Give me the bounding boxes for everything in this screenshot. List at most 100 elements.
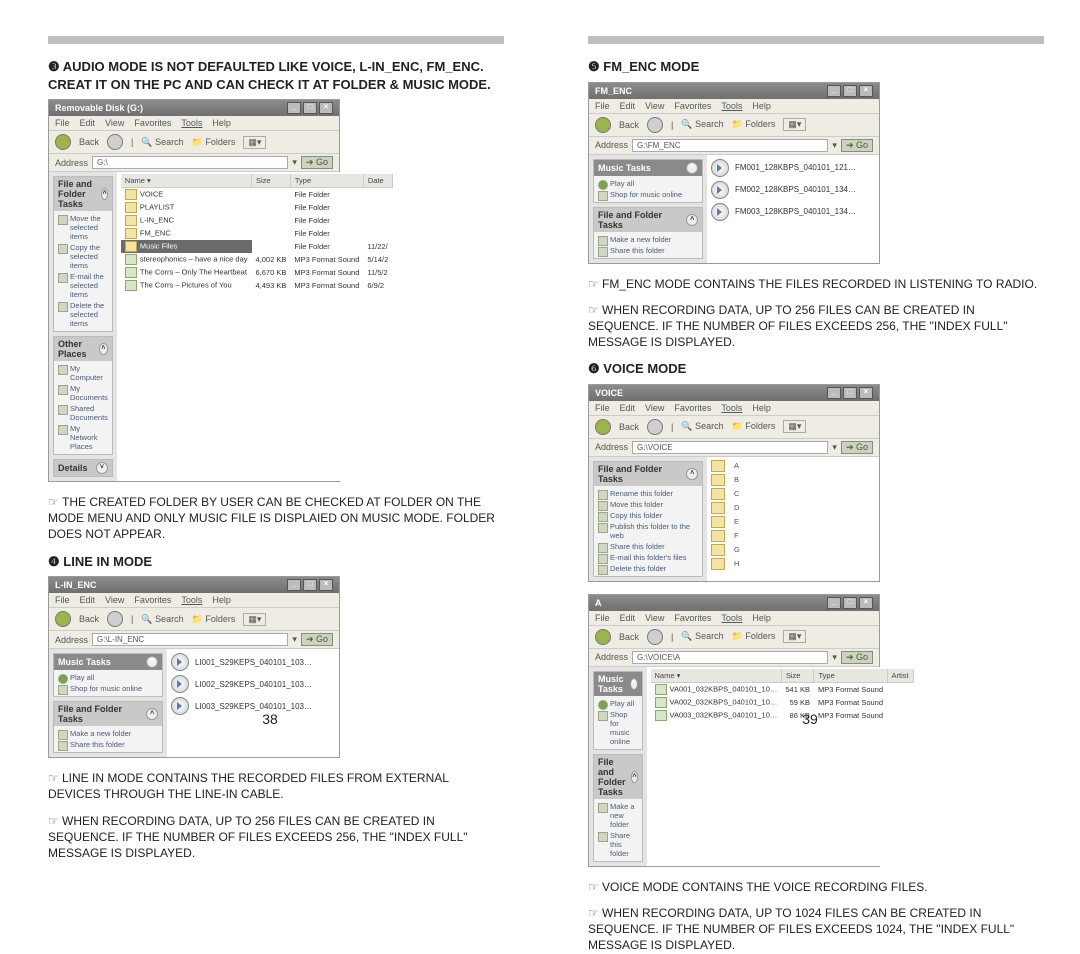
task-item[interactable]: Move the selected items [58,213,108,242]
chevron-up-icon[interactable]: ˄ [686,468,698,480]
menu-edit[interactable]: Edit [620,101,636,111]
table-row[interactable]: VOICEFile Folder [121,188,392,202]
close-icon[interactable]: × [859,597,873,609]
menu-file[interactable]: File [595,101,610,111]
window-buttons[interactable]: _ □ × [827,85,873,97]
table-row[interactable]: stereophonics – have a nice day4,002 KBM… [121,253,392,266]
menu-view[interactable]: View [645,403,664,413]
window-buttons[interactable]: _ □ × [827,597,873,609]
menu-edit[interactable]: Edit [80,595,96,605]
back-icon[interactable] [595,629,611,645]
menu-edit[interactable]: Edit [620,403,636,413]
maximize-icon[interactable]: □ [843,597,857,609]
toolbar[interactable]: Back | 🔍 Search 📁 Folders ▦▾ [589,114,879,137]
col-type[interactable]: Type [814,669,887,683]
back-label[interactable]: Back [619,120,639,130]
col-artist[interactable]: Artist [887,669,913,683]
back-icon[interactable] [595,419,611,435]
maximize-icon[interactable]: □ [303,102,317,114]
menu-bar[interactable]: File Edit View Favorites Tools Help [589,99,879,114]
task-item[interactable]: Share this folder [598,245,698,256]
menu-tools[interactable]: Tools [721,101,742,111]
menu-tools[interactable]: Tools [181,595,202,605]
col-name[interactable]: Name ▾ [121,174,252,188]
minimize-icon[interactable]: _ [827,597,841,609]
search-button[interactable]: 🔍 Search [681,631,723,642]
menu-favorites[interactable]: Favorites [674,403,711,413]
menu-bar[interactable]: File Edit View Favorites Tools Help [49,116,339,131]
list-item[interactable]: LI002_S29KEPS_040101_103… [171,673,335,695]
forward-icon[interactable] [647,419,663,435]
address-input[interactable]: G:\FM_ENC [632,139,828,152]
task-item[interactable]: Share this folder [598,830,638,859]
address-bar[interactable]: Address G:\FM_ENC ▾ ➔ Go [589,137,879,155]
place-item[interactable]: My Documents [58,383,108,403]
list-item[interactable]: B [711,473,875,487]
menu-view[interactable]: View [105,595,124,605]
table-row[interactable]: The Corrs – Only The Heartbeat6,670 KBMP… [121,266,392,279]
close-icon[interactable]: × [859,85,873,97]
menu-favorites[interactable]: Favorites [674,613,711,623]
close-icon[interactable]: × [319,102,333,114]
task-item[interactable]: Play all [598,178,698,189]
address-input[interactable]: G:\ [92,156,288,169]
task-item[interactable]: Rename this folder [598,488,698,499]
forward-icon[interactable] [647,117,663,133]
list-item[interactable]: FM002_128KBPS_040101_134… [711,179,875,201]
back-label[interactable]: Back [79,614,99,624]
chevron-up-icon[interactable]: ˄ [630,678,638,690]
address-dropdown-icon[interactable]: ▾ [292,634,297,645]
col-size[interactable]: Size [781,669,814,683]
toolbar[interactable]: Back | 🔍 Search 📁 Folders ▦▾ [49,131,339,154]
task-item[interactable]: Publish this folder to the web [598,521,698,541]
folders-button[interactable]: 📁 Folders [192,137,236,148]
views-button[interactable]: ▦▾ [243,136,266,149]
file-list[interactable]: FM001_128KBPS_040101_121…FM002_128KBPS_0… [707,155,879,263]
window-titlebar[interactable]: Removable Disk (G:) _ □ × [49,100,339,116]
task-item[interactable]: E-mail the selected items [58,271,108,300]
table-row[interactable]: The Corrs – Pictures of You4,493 KBMP3 F… [121,279,392,292]
search-button[interactable]: 🔍 Search [681,119,723,130]
views-button[interactable]: ▦▾ [783,630,806,643]
menu-file[interactable]: File [55,595,70,605]
back-label[interactable]: Back [79,137,99,147]
back-label[interactable]: Back [619,422,639,432]
table-row[interactable]: PLAYLISTFile Folder [121,201,392,214]
menu-help[interactable]: Help [212,595,231,605]
place-item[interactable]: My Network Places [58,423,108,452]
address-input[interactable]: G:\VOICE [632,441,828,454]
address-bar[interactable]: Address G:\L-IN_ENC ▾ ➔ Go [49,631,339,649]
menu-help[interactable]: Help [212,118,231,128]
maximize-icon[interactable]: □ [843,387,857,399]
chevron-up-icon[interactable]: ˄ [631,771,637,783]
menu-file[interactable]: File [595,403,610,413]
maximize-icon[interactable]: □ [843,85,857,97]
go-button[interactable]: ➔ Go [301,156,333,169]
window-titlebar[interactable]: A _ □ × [589,595,879,611]
file-list[interactable]: LI001_S29KEPS_040101_103…LI002_S29KEPS_0… [167,649,339,757]
list-item[interactable]: LI001_S29KEPS_040101_103… [171,651,335,673]
list-item[interactable]: A [711,459,875,473]
folders-button[interactable]: 📁 Folders [732,631,776,642]
menu-tools[interactable]: Tools [721,403,742,413]
table-row[interactable]: FM_ENCFile Folder [121,227,392,240]
task-item[interactable]: Play all [58,672,158,683]
menu-tools[interactable]: Tools [721,613,742,623]
chevron-down-icon[interactable]: ˅ [96,462,108,474]
address-dropdown-icon[interactable]: ▾ [832,140,837,151]
window-buttons[interactable]: _ □ × [827,387,873,399]
menu-help[interactable]: Help [752,101,771,111]
task-item[interactable]: Make a new folder [598,801,638,830]
minimize-icon[interactable]: _ [827,85,841,97]
task-item[interactable]: Shop for music online [598,189,698,200]
views-button[interactable]: ▦▾ [783,118,806,131]
task-item[interactable]: Make a new folder [598,234,698,245]
back-icon[interactable] [595,117,611,133]
menu-view[interactable]: View [645,613,664,623]
toolbar[interactable]: Back | 🔍 Search 📁 Folders ▦▾ [49,608,339,631]
window-buttons[interactable]: _ □ × [287,579,333,591]
forward-icon[interactable] [647,629,663,645]
task-item[interactable]: E-mail this folder's files [598,552,698,563]
table-row[interactable]: VA001_032KBPS_040101_10…541 KBMP3 Format… [651,682,914,696]
menu-edit[interactable]: Edit [620,613,636,623]
